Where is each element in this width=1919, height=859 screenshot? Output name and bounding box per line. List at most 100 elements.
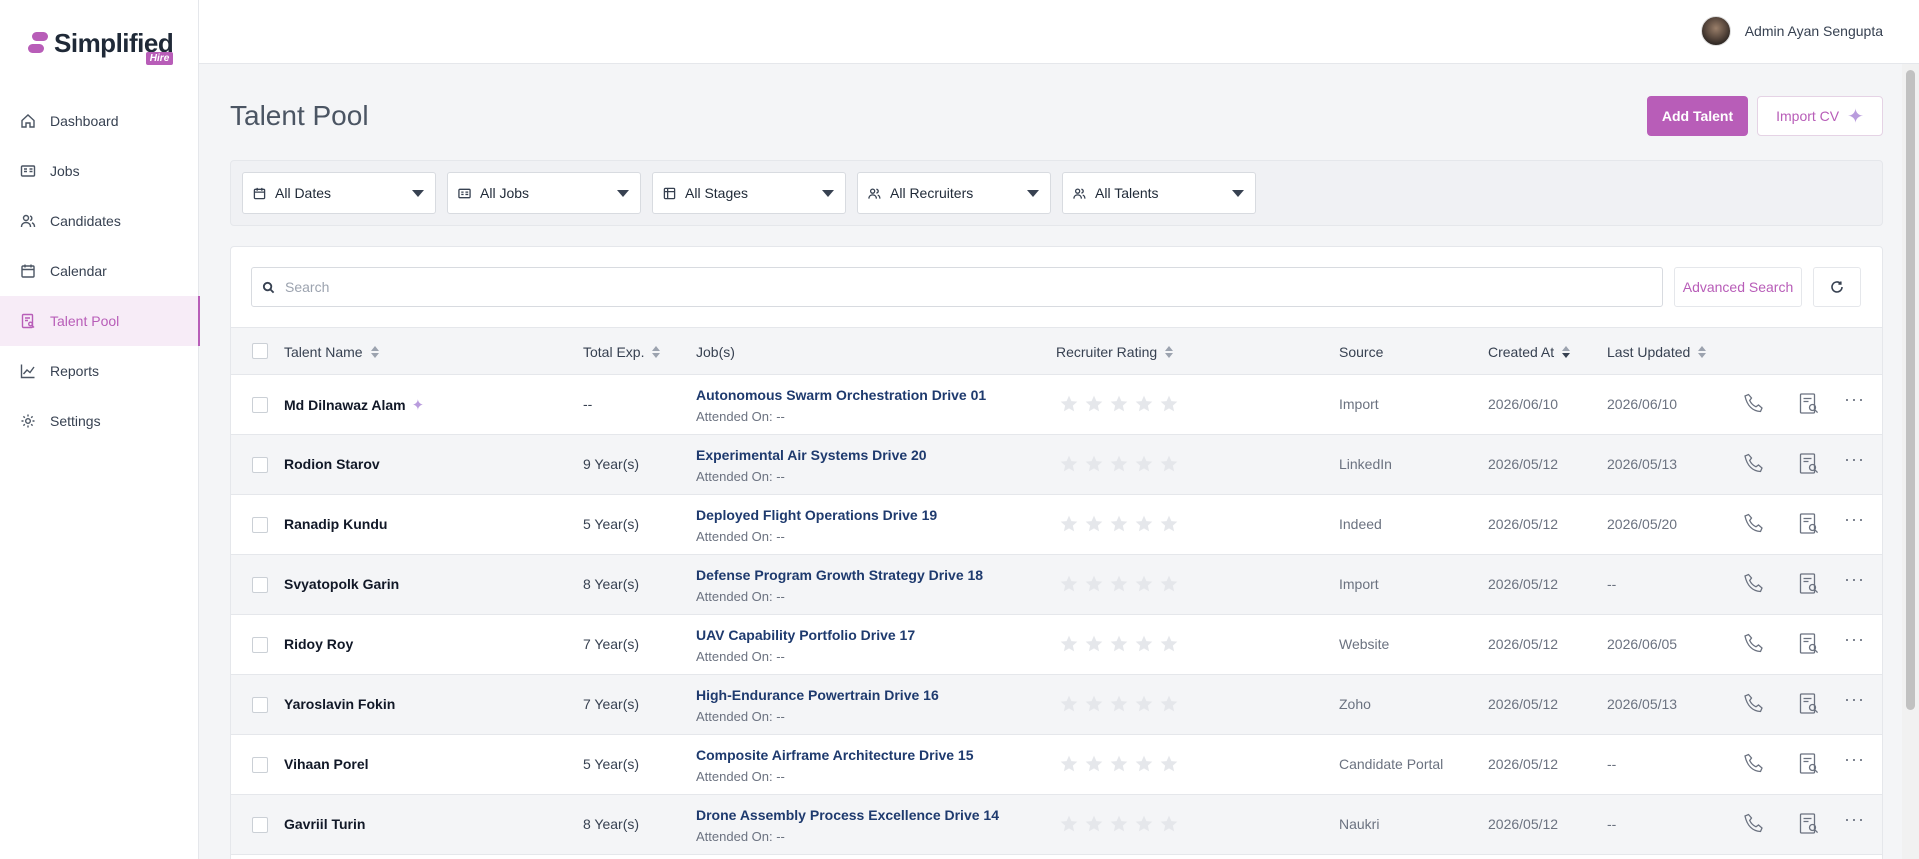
col-created-at[interactable]: Created At — [1488, 328, 1571, 376]
recruiter-rating[interactable] — [1059, 394, 1179, 414]
talent-name-cell[interactable]: Ridoy Roy — [284, 636, 353, 652]
talent-name[interactable]: Gavriil Turin — [284, 816, 365, 832]
rating-star-icon[interactable] — [1109, 754, 1129, 774]
rating-star-icon[interactable] — [1084, 454, 1104, 474]
sidebar-item-settings[interactable]: Settings — [0, 396, 199, 446]
phone-icon[interactable] — [1742, 812, 1768, 838]
rating-star-icon[interactable] — [1159, 694, 1179, 714]
dates-filter[interactable]: All Dates — [242, 172, 436, 214]
recruiter-rating[interactable] — [1059, 634, 1179, 654]
review-document-icon[interactable] — [1797, 512, 1823, 538]
phone-icon[interactable] — [1742, 752, 1768, 778]
recruiter-rating[interactable] — [1059, 514, 1179, 534]
talent-name-cell[interactable]: Svyatopolk Garin — [284, 576, 399, 592]
talent-name-cell[interactable]: Md Dilnawaz Alam ✦ — [284, 396, 424, 414]
job-link[interactable]: Autonomous Swarm Orchestration Drive 01 — [696, 387, 986, 403]
table-row[interactable]: Yaroslavin Fokin 7 Year(s) High-Endurance … — [231, 675, 1882, 735]
talent-name[interactable]: Vihaan Porel — [284, 756, 369, 772]
recruiter-rating[interactable] — [1059, 694, 1179, 714]
job-link[interactable]: Drone Assembly Process Excellence Drive … — [696, 807, 999, 823]
more-options-icon[interactable]: ··· — [1844, 809, 1870, 835]
sidebar-item-dashboard[interactable]: Dashboard — [0, 96, 199, 146]
more-options-icon[interactable]: ··· — [1844, 569, 1870, 595]
rating-star-icon[interactable] — [1109, 514, 1129, 534]
talent-name-cell[interactable]: Vihaan Porel — [284, 756, 369, 772]
sort-icon[interactable] — [652, 345, 661, 359]
sort-desc-icon[interactable] — [1562, 345, 1571, 359]
rating-star-icon[interactable] — [1059, 574, 1079, 594]
rating-star-icon[interactable] — [1084, 574, 1104, 594]
user-menu[interactable]: Admin Ayan Sengupta — [1700, 16, 1883, 46]
rating-star-icon[interactable] — [1109, 574, 1129, 594]
sidebar-item-calendar[interactable]: Calendar — [0, 246, 199, 296]
table-row[interactable]: Rodion Starov 9 Year(s) Experimental Air S… — [231, 435, 1882, 495]
review-document-icon[interactable] — [1797, 812, 1823, 838]
sidebar-item-reports[interactable]: Reports — [0, 346, 199, 396]
rating-star-icon[interactable] — [1059, 814, 1079, 834]
sidebar-item-jobs[interactable]: Jobs — [0, 146, 199, 196]
rating-star-icon[interactable] — [1084, 634, 1104, 654]
scrollbar-thumb[interactable] — [1906, 70, 1915, 710]
talent-name-cell[interactable]: Ranadip Kundu — [284, 516, 387, 532]
row-checkbox[interactable] — [252, 817, 268, 833]
rating-star-icon[interactable] — [1159, 454, 1179, 474]
import-cv-button[interactable]: Import CV ✦ — [1757, 96, 1883, 136]
talent-name[interactable]: Rodion Starov — [284, 456, 380, 472]
phone-icon[interactable] — [1742, 392, 1768, 418]
sidebar-item-talent-pool[interactable]: Talent Pool — [0, 296, 200, 346]
rating-star-icon[interactable] — [1159, 814, 1179, 834]
recruiter-rating[interactable] — [1059, 754, 1179, 774]
talent-name[interactable]: Ranadip Kundu — [284, 516, 387, 532]
rating-star-icon[interactable] — [1084, 394, 1104, 414]
rating-star-icon[interactable] — [1134, 634, 1154, 654]
phone-icon[interactable] — [1742, 452, 1768, 478]
table-row[interactable]: Md Dilnawaz Alam ✦ -- Autonomous Swarm Orch… — [231, 375, 1882, 435]
row-checkbox[interactable] — [252, 757, 268, 773]
rating-star-icon[interactable] — [1059, 634, 1079, 654]
phone-icon[interactable] — [1742, 632, 1768, 658]
more-options-icon[interactable]: ··· — [1844, 629, 1870, 655]
talent-name-cell[interactable]: Rodion Starov — [284, 456, 380, 472]
refresh-button[interactable] — [1813, 267, 1861, 307]
col-talent-name[interactable]: Talent Name — [284, 328, 379, 376]
rating-star-icon[interactable] — [1134, 574, 1154, 594]
rating-star-icon[interactable] — [1109, 394, 1129, 414]
phone-icon[interactable] — [1742, 692, 1768, 718]
rating-star-icon[interactable] — [1134, 814, 1154, 834]
rating-star-icon[interactable] — [1159, 394, 1179, 414]
advanced-search-button[interactable]: Advanced Search — [1674, 267, 1802, 307]
job-link[interactable]: High-Endurance Powertrain Drive 16 — [696, 687, 939, 703]
sidebar-item-candidates[interactable]: Candidates — [0, 196, 199, 246]
table-row[interactable]: Vihaan Porel 5 Year(s) Composite Airframe … — [231, 735, 1882, 795]
job-link[interactable]: Composite Airframe Architecture Drive 15 — [696, 747, 974, 763]
talent-name[interactable]: Md Dilnawaz Alam — [284, 397, 406, 413]
avatar[interactable] — [1700, 16, 1731, 46]
sort-icon[interactable] — [370, 345, 379, 359]
stages-filter[interactable]: All Stages — [652, 172, 846, 214]
rating-star-icon[interactable] — [1134, 694, 1154, 714]
rating-star-icon[interactable] — [1134, 454, 1154, 474]
recruiter-rating[interactable] — [1059, 454, 1179, 474]
job-link[interactable]: Deployed Flight Operations Drive 19 — [696, 507, 937, 523]
rating-star-icon[interactable] — [1134, 754, 1154, 774]
rating-star-icon[interactable] — [1059, 394, 1079, 414]
review-document-icon[interactable] — [1797, 632, 1823, 658]
talents-filter[interactable]: All Talents — [1062, 172, 1256, 214]
job-link[interactable]: UAV Capability Portfolio Drive 17 — [696, 627, 915, 643]
rating-star-icon[interactable] — [1134, 394, 1154, 414]
brand-logo[interactable]: Simplified Hire — [28, 28, 174, 68]
talent-name[interactable]: Yaroslavin Fokin — [284, 696, 395, 712]
more-options-icon[interactable]: ··· — [1844, 749, 1870, 775]
row-checkbox[interactable] — [252, 577, 268, 593]
table-row[interactable]: Ridoy Roy 7 Year(s) UAV Capability Portfol… — [231, 615, 1882, 675]
add-talent-button[interactable]: Add Talent — [1647, 96, 1748, 136]
recruiters-filter[interactable]: All Recruiters — [857, 172, 1051, 214]
row-checkbox[interactable] — [252, 517, 268, 533]
review-document-icon[interactable] — [1797, 392, 1823, 418]
sort-icon[interactable] — [1698, 345, 1707, 359]
more-options-icon[interactable]: ··· — [1844, 509, 1870, 535]
col-total-exp[interactable]: Total Exp. — [583, 328, 661, 376]
review-document-icon[interactable] — [1797, 752, 1823, 778]
talent-name[interactable]: Svyatopolk Garin — [284, 576, 399, 592]
rating-star-icon[interactable] — [1159, 754, 1179, 774]
